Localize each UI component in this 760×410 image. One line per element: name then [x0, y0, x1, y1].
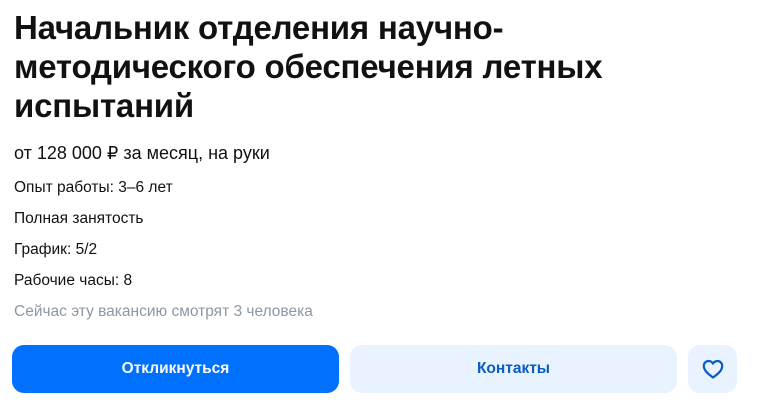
working-hours: Рабочие часы: 8: [14, 272, 133, 289]
favorite-button[interactable]: [688, 345, 737, 393]
heart-icon: [701, 357, 725, 381]
employment-type: Полная занятость: [14, 210, 144, 227]
apply-button[interactable]: Откликнуться: [12, 345, 339, 393]
schedule: График: 5/2: [14, 241, 98, 258]
experience: Опыт работы: 3–6 лет: [14, 179, 173, 196]
vacancy-title: Начальник отделения научно-методического…: [14, 9, 603, 124]
action-bar: Откликнуться Контакты: [12, 345, 737, 393]
vacancy-facts: Опыт работы: 3–6 лет Полная занятость Гр…: [14, 178, 746, 322]
viewers-count: Сейчас эту вакансию смотрят 3 человека: [14, 303, 313, 320]
salary: от 128 000 ₽ за месяц, на руки: [14, 143, 270, 163]
contacts-button[interactable]: Контакты: [350, 345, 677, 393]
vacancy-header: Начальник отделения научно-методического…: [14, 8, 746, 322]
